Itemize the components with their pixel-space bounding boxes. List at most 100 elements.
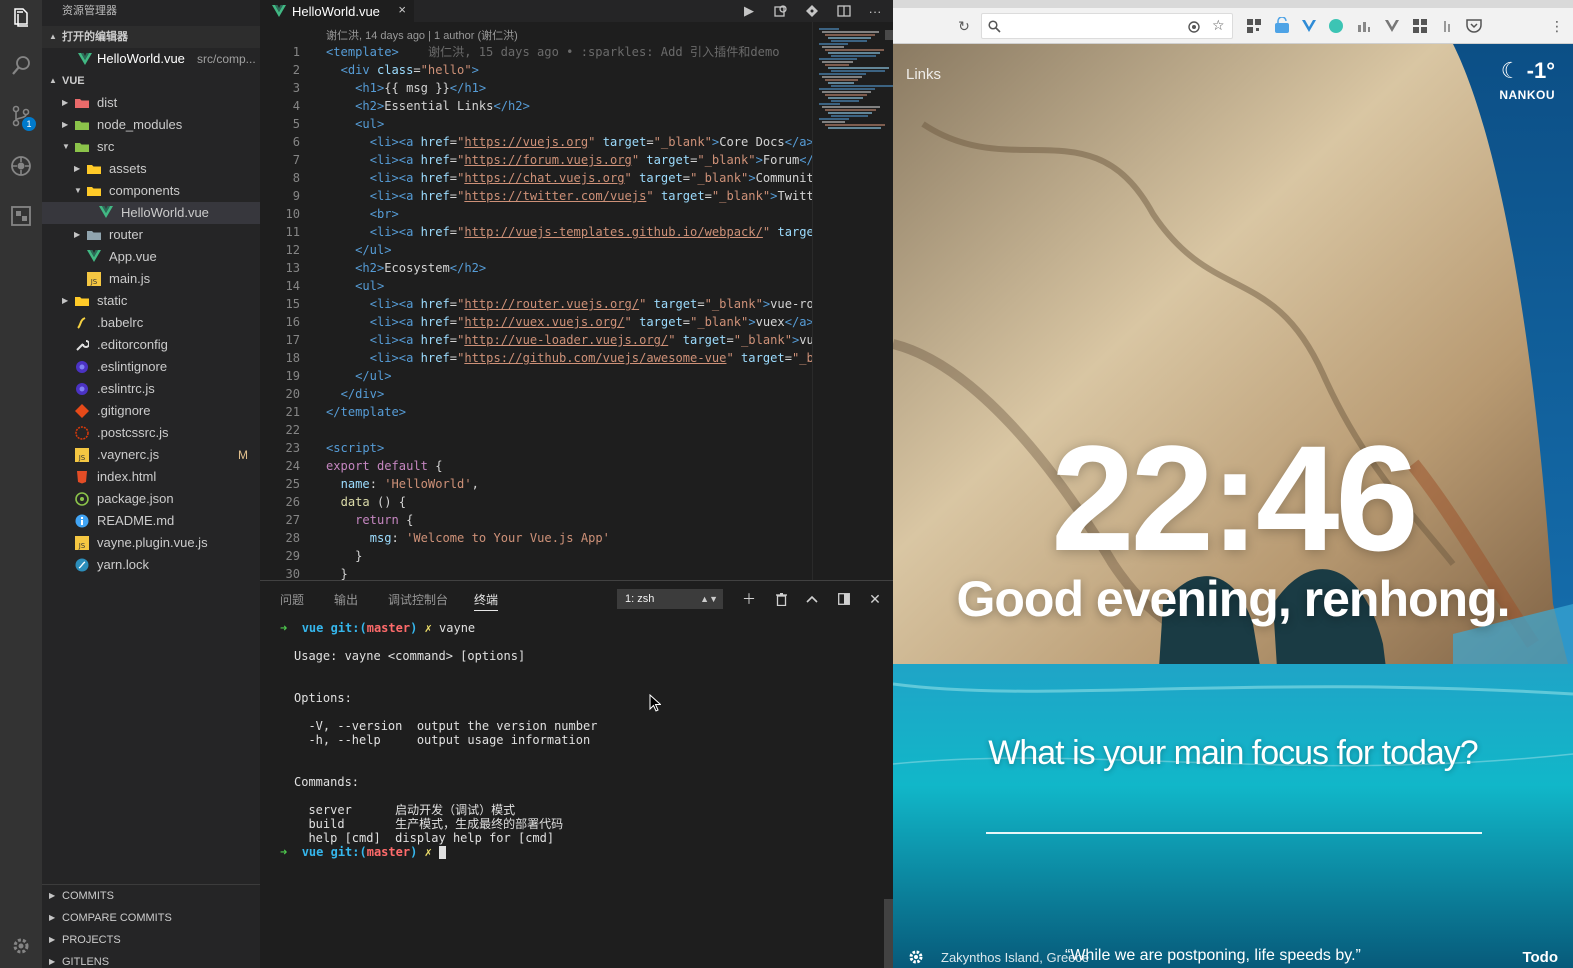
open-editors-header[interactable]: ▲ 打开的编辑器	[42, 26, 260, 48]
settings-gear-icon[interactable]	[907, 948, 925, 966]
tree-folder[interactable]: ▼ src	[42, 136, 260, 158]
tree-folder[interactable]: ▼ components	[42, 180, 260, 202]
open-changes-icon[interactable]	[770, 0, 792, 22]
location-target-icon[interactable]	[1187, 20, 1201, 34]
explorer-icon[interactable]	[5, 2, 37, 34]
tree-file[interactable]: .gitignore	[42, 400, 260, 422]
tree-folder[interactable]: ▶ assets	[42, 158, 260, 180]
tree-file[interactable]: .babelrc	[42, 312, 260, 334]
tab-output[interactable]: 输出	[334, 591, 358, 608]
grid-extension-icon[interactable]	[1411, 17, 1429, 35]
folder-file-icon	[87, 165, 101, 174]
focus-input[interactable]	[986, 796, 1482, 834]
tab-debug-console[interactable]: 调试控制台	[388, 591, 448, 608]
editor-tab-bar: HelloWorld.vue × ▶ ···	[260, 0, 893, 22]
code-area[interactable]: 1 <template> 谢仁洪, 15 days ago • :sparkles…	[260, 43, 812, 580]
pocket-icon[interactable]	[1465, 17, 1483, 35]
vue-extension-icon[interactable]	[1383, 17, 1401, 35]
extension-circle-icon[interactable]	[1327, 17, 1345, 35]
tree-file[interactable]: JS main.js	[42, 268, 260, 290]
search-icon[interactable]	[5, 50, 37, 82]
toggle-panel-position-icon[interactable]	[834, 589, 854, 609]
settings-gear-icon[interactable]	[5, 930, 37, 962]
tree-file[interactable]: .eslintignore	[42, 356, 260, 378]
tab-problems[interactable]: 问题	[280, 591, 304, 608]
todo-button[interactable]: Todo	[1522, 949, 1558, 966]
project-header[interactable]: ▲ VUE	[42, 70, 260, 92]
git-compare-icon[interactable]	[801, 0, 823, 22]
tree-file[interactable]: App.vue	[42, 246, 260, 268]
prompt-dirty-mark: ✗	[424, 845, 432, 859]
qr-code-icon[interactable]	[1245, 17, 1263, 35]
tree-folder[interactable]: ▶ dist	[42, 92, 260, 114]
weather-widget[interactable]: ☾ -1° NANKOU	[1499, 58, 1555, 102]
tree-file[interactable]: .eslintrc.js	[42, 378, 260, 400]
section-commits[interactable]: ▶ COMMITS	[42, 885, 260, 907]
address-bar[interactable]: ☆	[981, 13, 1233, 39]
tree-file[interactable]: README.md	[42, 510, 260, 532]
tree-file[interactable]: JS vayne.plugin.vue.js	[42, 532, 260, 554]
daily-quote[interactable]: “While we are postponing, life speeds by…	[1065, 947, 1361, 965]
codelens-blame[interactable]: 谢仁洪, 14 days ago | 1 author (谢仁洪)	[326, 27, 518, 43]
close-icon[interactable]: ×	[398, 2, 406, 17]
tree-folder[interactable]: ▶ static	[42, 290, 260, 312]
extensions-icon[interactable]	[5, 200, 37, 232]
bookmark-star-icon[interactable]: ☆	[1212, 17, 1225, 34]
extension-bars-icon[interactable]	[1355, 17, 1373, 35]
tree-item-label: .postcssrc.js	[97, 425, 169, 440]
folder-file-icon	[87, 187, 101, 196]
tree-file[interactable]: index.html	[42, 466, 260, 488]
vue-devtools-icon[interactable]	[1300, 17, 1318, 35]
section-label: GITLENS	[62, 956, 110, 968]
line-number: 1	[292, 45, 300, 59]
tab-terminal[interactable]: 终端	[474, 591, 499, 611]
code-line: }	[326, 549, 363, 563]
svg-text:JS: JS	[78, 454, 86, 462]
tree-file[interactable]: HelloWorld.vue	[42, 202, 260, 224]
debug-icon[interactable]	[5, 150, 37, 182]
extension-off-icon[interactable]	[1273, 17, 1291, 35]
tree-folder[interactable]: ▶ router	[42, 224, 260, 246]
more-actions-icon[interactable]: ···	[864, 0, 886, 22]
section-compare-commits[interactable]: ▶ COMPARE COMMITS	[42, 907, 260, 929]
tree-file[interactable]: JS .vaynerc.js M	[42, 444, 260, 466]
split-editor-icon[interactable]	[833, 0, 855, 22]
minimap-line	[819, 28, 839, 30]
tree-file[interactable]: .postcssrc.js	[42, 422, 260, 444]
run-icon[interactable]: ▶	[738, 0, 760, 22]
minimap-line	[831, 55, 876, 57]
gitlens-sections: ▶ COMMITS ▶ COMPARE COMMITS ▶ PROJECTS ▶ GIT…	[42, 884, 260, 968]
line-number: 8	[292, 171, 300, 185]
section-projects[interactable]: ▶ PROJECTS	[42, 929, 260, 951]
panel-scrollbar[interactable]	[884, 899, 893, 968]
section-gitlens[interactable]: ▶ GITLENS	[42, 951, 260, 968]
tree-folder[interactable]: ▶ node_modules	[42, 114, 260, 136]
terminal-select[interactable]: 1: zsh ▲▼	[617, 589, 723, 609]
close-panel-icon[interactable]: ✕	[865, 589, 885, 609]
chevron-right-icon: ▶	[49, 957, 56, 966]
code-editor: HelloWorld.vue × ▶ ··· 谢仁洪, 14 days ago …	[260, 0, 894, 580]
minimap-line	[828, 67, 889, 69]
extension-slim-icon[interactable]	[1438, 17, 1456, 35]
maximize-panel-icon[interactable]	[802, 589, 822, 609]
trash-icon[interactable]	[771, 589, 791, 609]
minimap-line	[828, 127, 881, 129]
reload-icon[interactable]: ↻	[955, 17, 973, 35]
open-editor-item[interactable]: HelloWorld.vue src/comp...	[42, 48, 260, 70]
tree-file[interactable]: package.json	[42, 488, 260, 510]
tab-label: HelloWorld.vue	[292, 3, 380, 19]
browser-menu-icon[interactable]: ⋮	[1548, 17, 1566, 35]
new-terminal-icon[interactable]: ＋	[739, 589, 759, 609]
terminal-output[interactable]: ➜ vue git:(master) ✗ vayne Usage: vayne …	[280, 619, 880, 919]
mouse-pointer-icon	[649, 694, 661, 712]
editor-scrollbar[interactable]	[885, 30, 893, 40]
tab-helloworld-vue[interactable]: HelloWorld.vue ×	[260, 0, 414, 22]
weather-temperature: -1°	[1526, 58, 1555, 83]
links-button[interactable]: Links	[906, 66, 941, 83]
tree-file[interactable]: .editorconfig	[42, 334, 260, 356]
line-number: 18	[285, 351, 300, 365]
tree-file[interactable]: yarn.lock	[42, 554, 260, 576]
minimap[interactable]	[812, 22, 894, 580]
code-line: <template> 谢仁洪, 15 days ago • :sparkles:…	[326, 45, 780, 59]
minimap-line	[822, 46, 844, 48]
